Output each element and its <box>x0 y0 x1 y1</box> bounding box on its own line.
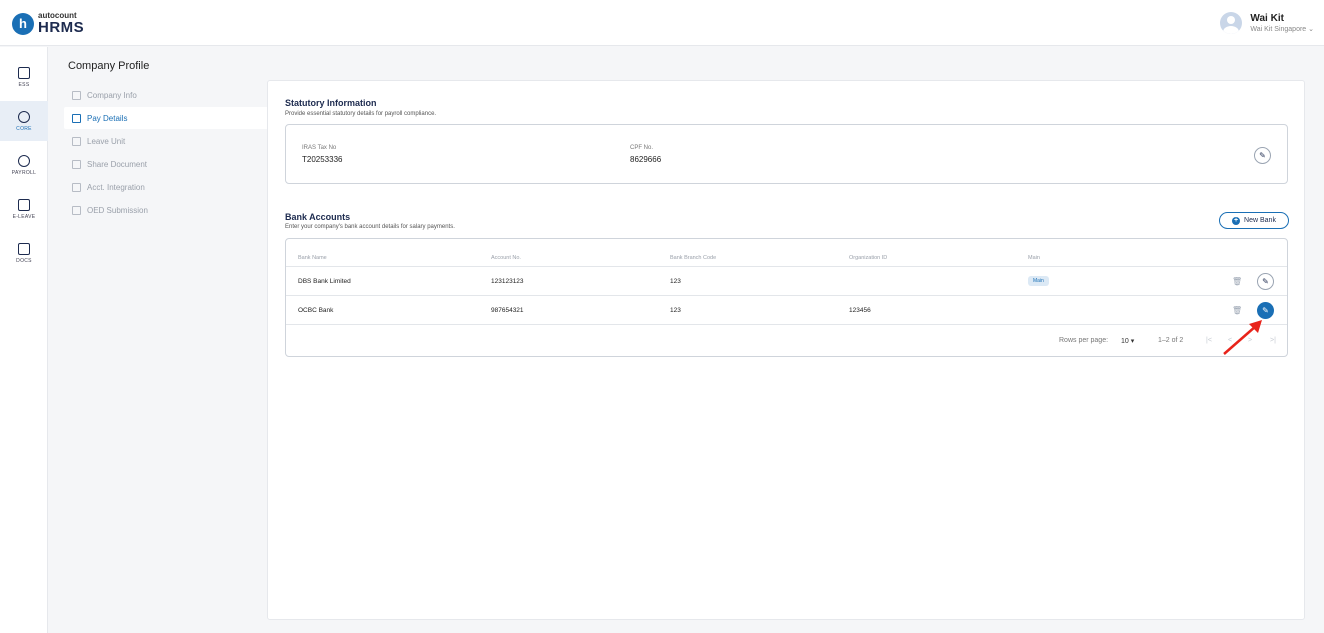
user-menu[interactable]: Wai Kit Wai Kit Singapore ⌄ <box>1220 12 1314 34</box>
subnav-item-company-info[interactable]: Company Info <box>64 84 292 106</box>
subnav-label: Share Document <box>87 159 148 169</box>
calendar-icon <box>18 198 30 211</box>
cell-bank-name: OCBC Bank <box>298 307 334 314</box>
pencil-icon: ✎ <box>1259 151 1266 160</box>
cpf-value: 8629666 <box>630 155 662 164</box>
rail-label-docs: DOCS <box>16 257 32 264</box>
rail-item-payroll[interactable]: PAYROLL <box>0 145 48 185</box>
subnav-label: Pay Details <box>87 113 128 123</box>
rail-item-core[interactable]: CORE <box>0 101 48 141</box>
page-title: Company Profile <box>68 60 150 72</box>
subnav-item-oed-submission[interactable]: OED Submission <box>64 199 292 221</box>
subnav-item-acct-integration[interactable]: Acct. Integration <box>64 176 292 198</box>
table-header: Bank Name Account No. Bank Branch Code O… <box>286 239 1287 267</box>
rail-item-ess[interactable]: ESS <box>0 57 48 97</box>
statutory-card: IRAS Tax No T20253336 CPF No. 8629666 ✎ <box>285 124 1288 184</box>
dollar-icon <box>18 154 30 167</box>
logo-badge: h <box>12 12 34 35</box>
bank-desc: Enter your company's bank account detail… <box>285 224 455 230</box>
bank-table: Bank Name Account No. Bank Branch Code O… <box>285 238 1288 357</box>
user-company[interactable]: Wai Kit Singapore ⌄ <box>1250 25 1314 33</box>
share-icon <box>72 159 81 169</box>
col-branch-code: Bank Branch Code <box>670 255 717 261</box>
submission-icon <box>72 205 81 215</box>
pencil-icon: ✎ <box>1262 306 1269 315</box>
trash-icon[interactable]: 🗑 <box>1232 306 1242 316</box>
table-row: DBS Bank Limited 123123123 123 Main 🗑 ✎ <box>286 268 1287 296</box>
iras-value: T20253336 <box>302 155 343 164</box>
subnav-label: Acct. Integration <box>87 182 145 192</box>
page-range: 1–2 of 2 <box>1158 337 1184 344</box>
edit-bank-button[interactable]: ✎ <box>1257 273 1274 290</box>
subnav-item-pay-details[interactable]: Pay Details <box>64 107 292 129</box>
col-organization-id: Organization ID <box>849 255 888 261</box>
col-account-no: Account No. <box>491 255 521 261</box>
rail-label-ess: ESS <box>18 81 30 88</box>
first-page-icon[interactable]: |< <box>1206 337 1212 344</box>
col-main: Main <box>1028 255 1040 261</box>
new-bank-button[interactable]: + New Bank <box>1219 212 1289 229</box>
company-profile-nav: Company Profile Company Info Pay Details… <box>48 47 292 633</box>
rows-per-page-select[interactable]: 10 ▾ <box>1121 337 1134 345</box>
integration-icon <box>72 182 81 192</box>
statutory-desc: Provide essential statutory details for … <box>285 111 437 117</box>
rail-label-payroll: PAYROLL <box>11 169 37 176</box>
plus-icon: + <box>1232 216 1241 225</box>
cell-account-no: 987654321 <box>491 307 524 314</box>
subnav-item-share-document[interactable]: Share Document <box>64 153 292 175</box>
table-row: OCBC Bank 987654321 123 123456 🗑 ✎ <box>286 297 1287 325</box>
rail-label-core: CORE <box>16 125 32 132</box>
home-icon <box>72 90 81 100</box>
top-bar: h autocount HRMS Wai Kit Wai Kit Singapo… <box>0 0 1324 46</box>
bank-title: Bank Accounts <box>285 212 351 222</box>
cell-branch-code: 123 <box>670 278 681 285</box>
main-panel: Statutory Information Provide essential … <box>267 80 1305 620</box>
rail-label-eleave: E-LEAVE <box>12 213 36 220</box>
iras-label: IRAS Tax No <box>302 145 337 151</box>
edit-statutory-button[interactable]: ✎ <box>1254 147 1271 164</box>
logo-product: HRMS <box>38 19 85 36</box>
pay-icon <box>72 113 81 123</box>
app-logo[interactable]: h autocount HRMS <box>12 12 84 35</box>
trash-icon[interactable]: 🗑 <box>1232 277 1242 287</box>
subnav-label: Company Info <box>87 90 137 100</box>
pagination: Rows per page: 10 ▾ 1–2 of 2 |< < > >| <box>286 327 1287 357</box>
col-bank-name: Bank Name <box>298 255 327 261</box>
leave-icon <box>72 136 81 146</box>
user-name: Wai Kit <box>1250 13 1284 24</box>
calendar-card-icon <box>18 66 30 79</box>
rail-item-docs[interactable]: DOCS <box>0 233 48 273</box>
subnav-item-leave-unit[interactable]: Leave Unit <box>64 130 292 152</box>
cube-icon <box>18 110 30 123</box>
subnav-label: OED Submission <box>87 205 148 215</box>
avatar[interactable] <box>1220 12 1243 34</box>
rows-per-page-label: Rows per page: <box>1059 337 1109 344</box>
new-bank-label: New Bank <box>1244 217 1276 224</box>
subnav-label: Leave Unit <box>87 136 126 146</box>
statutory-title: Statutory Information <box>285 98 377 108</box>
last-page-icon[interactable]: >| <box>1270 337 1276 344</box>
red-arrow-annotation <box>1223 320 1262 355</box>
rail-item-eleave[interactable]: E-LEAVE <box>0 189 48 229</box>
main-badge: Main <box>1028 276 1049 286</box>
cell-account-no: 123123123 <box>491 278 524 285</box>
cell-organization-id: 123456 <box>849 307 871 314</box>
cell-branch-code: 123 <box>670 307 681 314</box>
edit-bank-button[interactable]: ✎ <box>1257 302 1274 319</box>
pencil-icon: ✎ <box>1262 277 1269 286</box>
document-icon <box>18 242 30 255</box>
module-rail: ESS CORE PAYROLL E-LEAVE DOCS <box>0 47 48 633</box>
cell-bank-name: DBS Bank Limited <box>298 278 351 285</box>
cpf-label: CPF No. <box>630 145 654 151</box>
